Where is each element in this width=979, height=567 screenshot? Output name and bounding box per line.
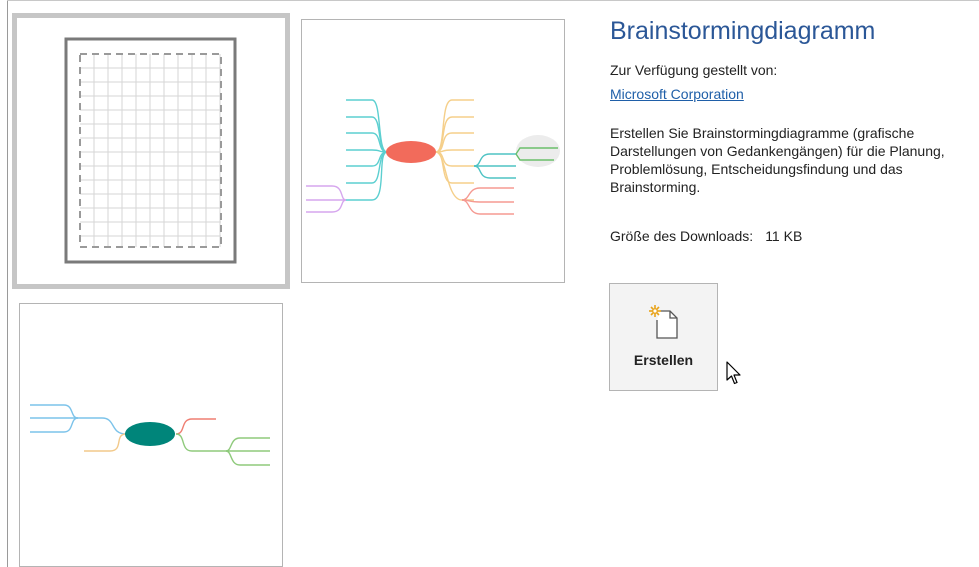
- red-branch-group: [175, 418, 216, 435]
- top-frame-border: [7, 0, 979, 1]
- template-description: Erstellen Sie Brainstormingdiagramme (gr…: [610, 125, 945, 195]
- download-size-value: 11 KB: [765, 228, 803, 244]
- download-size-label: Größe des Downloads:: [610, 228, 754, 244]
- mouse-pointer-icon: [726, 361, 741, 385]
- green-branch-group: [175, 433, 270, 466]
- yellow-branch-group: [435, 99, 474, 201]
- teal-mindmap-preview: [30, 404, 270, 466]
- thumbnail-teal-mindmap[interactable]: [19, 303, 283, 567]
- provided-by-label: Zur Verfügung gestellt von:: [610, 62, 778, 78]
- colorful-mindmap-preview: [306, 99, 560, 215]
- central-topic-node: [386, 141, 436, 163]
- orange-branch-group: [84, 433, 127, 452]
- purple-branch-group: [306, 185, 347, 213]
- create-button-label: Erstellen: [633, 352, 694, 368]
- new-document-icon: [649, 305, 678, 339]
- template-title: Brainstormingdiagramm: [610, 17, 876, 45]
- left-frame-border: [7, 0, 8, 567]
- provider-link[interactable]: Microsoft Corporation: [610, 86, 744, 102]
- create-button[interactable]: Erstellen: [609, 283, 718, 391]
- central-topic-node: [125, 422, 175, 446]
- salmon-branch-group: [461, 187, 514, 215]
- thumbnail-blank-grid[interactable]: [12, 13, 290, 289]
- thumbnail-colorful-mindmap[interactable]: [301, 19, 565, 283]
- teal-branch-group: [473, 153, 516, 179]
- cyan-branch-group: [346, 99, 388, 201]
- highlight-bubble: [516, 135, 560, 167]
- download-size-row: Größe des Downloads: 11 KB: [610, 228, 802, 244]
- page-grid-preview: [64, 37, 237, 264]
- blue-branch-group: [30, 404, 127, 435]
